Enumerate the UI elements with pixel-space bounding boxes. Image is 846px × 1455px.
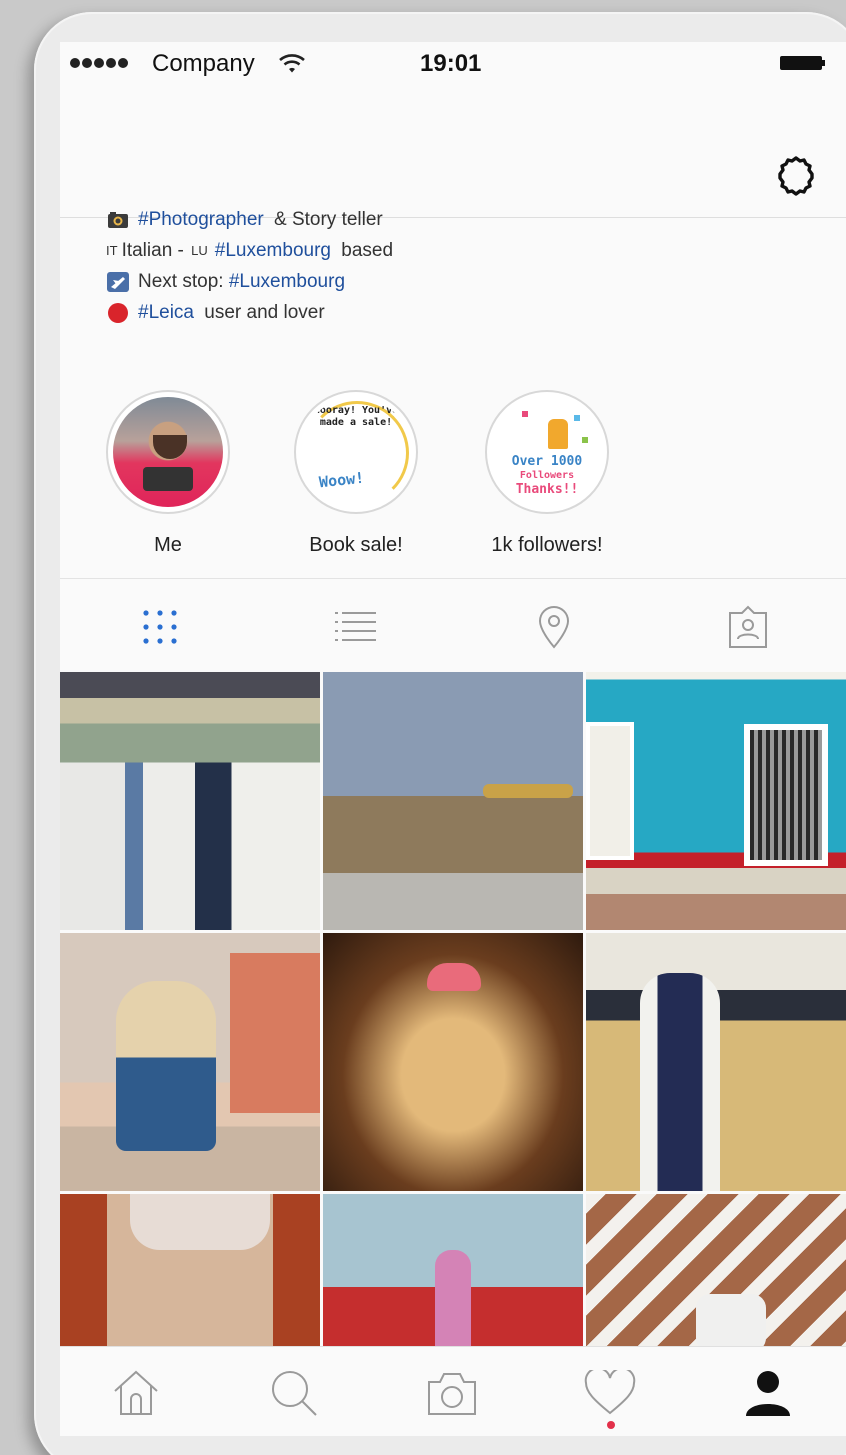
bio-hashtag-luxembourg-2[interactable]: #Luxembourg xyxy=(229,271,345,293)
bio-hashtag-photographer[interactable]: #Photographer xyxy=(138,209,264,231)
bio-text: based xyxy=(335,239,394,261)
highlight-label: 1k followers! xyxy=(491,534,603,556)
champagne-icon xyxy=(548,419,568,449)
bio-text: Next stop: xyxy=(138,270,229,292)
status-time: 19:01 xyxy=(420,50,482,77)
signal-strength-icon xyxy=(70,58,128,68)
grid-icon[interactable] xyxy=(136,603,184,651)
battery-icon xyxy=(780,56,826,70)
wifi-icon xyxy=(279,54,305,73)
carrier-name: Company xyxy=(152,50,255,77)
photo-tile[interactable] xyxy=(586,672,846,930)
photo-tile[interactable] xyxy=(60,672,320,930)
status-bar: Company 19:01 xyxy=(60,42,846,84)
search-icon[interactable] xyxy=(266,1367,322,1419)
location-pin-icon[interactable] xyxy=(530,603,578,651)
app-screen: Company 19:01 #Photographer & Story tell xyxy=(60,42,846,1436)
profile-icon[interactable] xyxy=(740,1367,796,1419)
story-highlights: Me Hooray! You've made a sale! Woow! Boo… xyxy=(60,390,846,570)
bio-line-photographer: #Photographer & Story teller xyxy=(106,204,806,235)
photo-tile[interactable] xyxy=(586,933,846,1191)
highlight-1k-followers[interactable]: Over 1000 Followers Thanks!! 1k follower… xyxy=(467,390,627,557)
cover-text-1: Over 1000 xyxy=(511,454,583,469)
camera-icon[interactable] xyxy=(424,1367,480,1419)
bio-line-leica: #Leica user and lover xyxy=(106,297,806,328)
highlight-me[interactable]: Me xyxy=(88,390,248,557)
profile-bio: #Photographer & Story teller IT Italian … xyxy=(106,204,806,328)
bio-hashtag-luxembourg[interactable]: #Luxembourg xyxy=(215,240,331,262)
avatar xyxy=(113,397,223,507)
bio-hashtag-leica[interactable]: #Leica xyxy=(138,302,194,324)
notification-dot xyxy=(607,1421,615,1429)
profile-view-tabs xyxy=(60,578,846,672)
bio-line-next-stop: Next stop: #Luxembourg xyxy=(106,266,806,297)
highlight-book-sale[interactable]: Hooray! You've made a sale! Woow! Book s… xyxy=(276,390,436,557)
heart-icon[interactable] xyxy=(582,1367,638,1419)
highlight-label: Me xyxy=(154,534,182,556)
italy-flag-code: IT xyxy=(106,243,118,258)
photo-tile[interactable] xyxy=(60,933,320,1191)
bottom-tab-bar xyxy=(60,1346,846,1436)
bio-line-location: IT Italian - LU #Luxembourg based xyxy=(106,235,806,266)
cover-text-3: Thanks!! xyxy=(515,482,579,497)
camera-emoji-icon xyxy=(106,209,130,231)
bio-text: user and lover xyxy=(199,301,325,323)
gear-icon[interactable] xyxy=(772,152,820,200)
home-icon[interactable] xyxy=(108,1367,164,1419)
red-circle-icon xyxy=(106,302,130,324)
airplane-emoji-icon xyxy=(106,271,130,293)
photo-tile[interactable] xyxy=(323,672,583,930)
bio-text: & Story teller xyxy=(268,208,383,230)
highlight-cover: Hooray! You've made a sale! Woow! xyxy=(294,390,418,514)
photo-grid xyxy=(60,672,846,1436)
highlight-cover xyxy=(106,390,230,514)
luxembourg-flag-code: LU xyxy=(191,243,208,258)
highlight-label: Book sale! xyxy=(309,534,403,556)
highlight-cover: Over 1000 Followers Thanks!! xyxy=(485,390,609,514)
cover-text-2: Followers xyxy=(519,470,575,481)
nav-bar xyxy=(60,84,846,218)
list-icon[interactable] xyxy=(332,603,380,651)
photo-tile[interactable] xyxy=(323,933,583,1191)
cover-text: Hooray! You've made a sale! xyxy=(313,405,399,428)
tagged-photos-icon[interactable] xyxy=(724,603,772,651)
bio-text: Italian - xyxy=(121,239,190,261)
